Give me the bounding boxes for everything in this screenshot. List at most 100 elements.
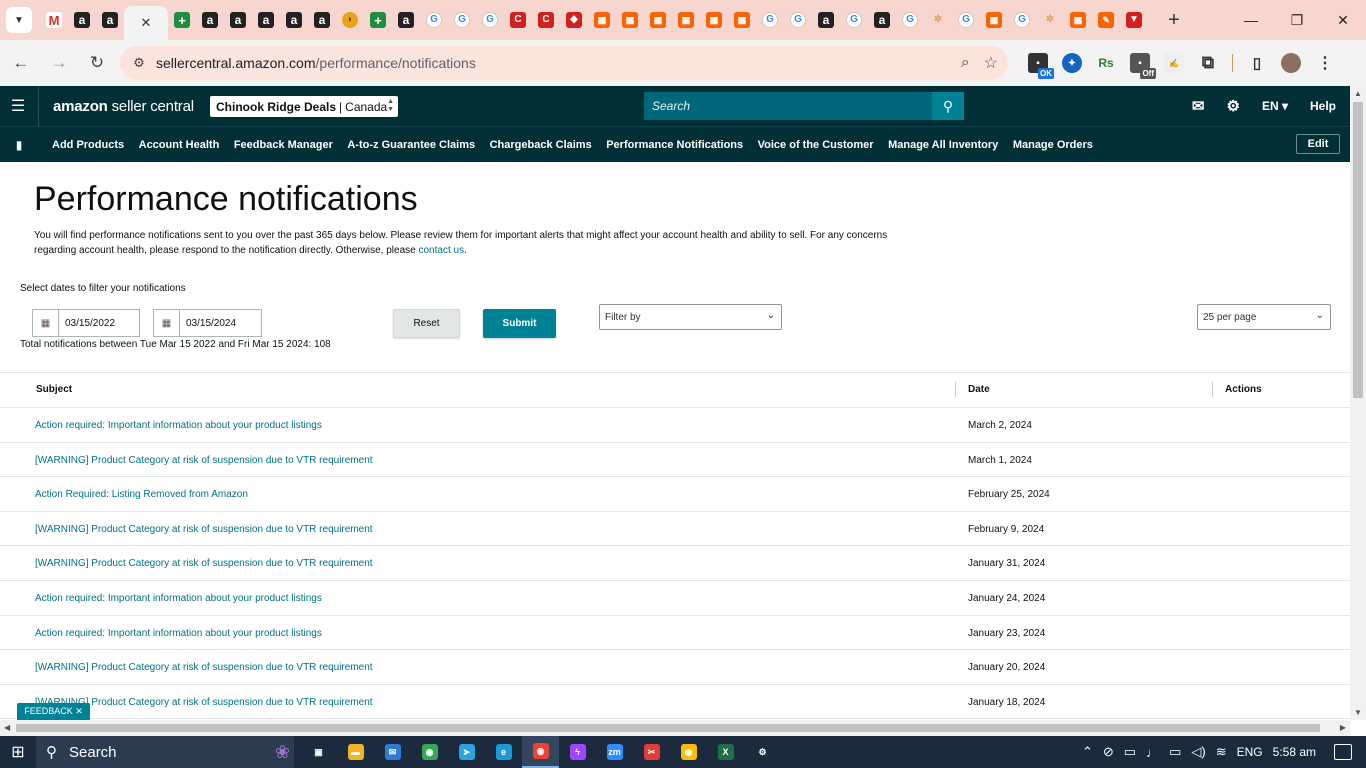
browser-tab[interactable]: G (448, 4, 476, 36)
reload-button[interactable]: ↻ (80, 46, 114, 80)
calendar-icon[interactable]: ▦ (154, 310, 180, 336)
extension-globe-icon[interactable]: ✦ (1062, 53, 1082, 73)
notification-subject-link[interactable]: Action required: Important information a… (35, 420, 322, 431)
browser-tab[interactable]: a (68, 4, 96, 36)
close-window-button[interactable]: ✕ (1320, 0, 1366, 40)
scrollbar-thumb[interactable] (16, 724, 1320, 732)
gear-icon[interactable]: ⚙ (1227, 97, 1240, 115)
column-header-date[interactable]: Date (968, 384, 990, 395)
browser-tab[interactable]: G (756, 4, 784, 36)
notification-subject-link[interactable]: Action required: Important information a… (35, 628, 322, 639)
horizontal-scrollbar[interactable]: ◀ ▶ (0, 720, 1350, 736)
wifi-icon[interactable]: ≋ (1216, 744, 1227, 760)
nav-link[interactable]: Voice of the Customer (758, 139, 874, 151)
nav-link[interactable]: Account Health (139, 139, 220, 151)
notification-subject-link[interactable]: [WARNING] Product Category at risk of su… (35, 558, 373, 569)
zoom-icon[interactable]: ⌕ (961, 54, 970, 72)
nav-link[interactable]: Manage Orders (1013, 139, 1093, 151)
store-switcher[interactable]: Chinook Ridge Deals | Canada ▲ ▼ (210, 96, 398, 117)
browser-tab[interactable]: C (504, 4, 532, 36)
browser-tab[interactable]: ▦ (616, 4, 644, 36)
feedback-button[interactable]: FEEDBACK ✕ (17, 703, 90, 720)
browser-tab[interactable]: C (532, 4, 560, 36)
contact-us-link[interactable]: contact us (419, 245, 465, 256)
browser-tab[interactable]: ◆ (560, 4, 588, 36)
nav-link[interactable]: Feedback Manager (234, 139, 333, 151)
extension-off-icon[interactable]: ▪ Off (1130, 53, 1156, 79)
nav-link[interactable]: A-to-z Guarantee Claims (347, 139, 475, 151)
tab-search-button[interactable]: ▼ (6, 7, 32, 33)
nav-link[interactable]: Performance Notifications (606, 139, 743, 151)
search-button[interactable]: ⚲ (932, 92, 964, 120)
search-input[interactable] (644, 92, 932, 120)
edit-nav-button[interactable]: Edit (1296, 134, 1340, 154)
browser-tab[interactable]: G (840, 4, 868, 36)
battery-icon[interactable]: ▭ (1169, 744, 1181, 760)
active-tab[interactable]: ✕ (124, 6, 168, 40)
browser-tab[interactable]: G (952, 4, 980, 36)
notification-subject-link[interactable]: [WARNING] Product Category at risk of su… (35, 455, 373, 466)
end-date-field[interactable]: ▦ 03/15/2024 (153, 309, 262, 337)
volume-icon[interactable]: ◁) (1191, 744, 1205, 760)
column-divider[interactable] (1212, 382, 1213, 397)
new-tab-button[interactable]: + (1160, 6, 1188, 34)
bookmark-icon[interactable]: ▮ (0, 138, 38, 152)
browser-tab[interactable]: a (224, 4, 252, 36)
extension-ok-icon[interactable]: ▪ OK (1028, 53, 1054, 79)
taskbar-app[interactable]: ϟ (559, 736, 596, 768)
minimize-button[interactable]: — (1228, 0, 1274, 40)
url-text[interactable]: sellercentral.amazon.com/performance/not… (156, 55, 476, 71)
browser-tab[interactable]: a (196, 4, 224, 36)
browser-tab[interactable]: a (812, 4, 840, 36)
scroll-right-icon[interactable]: ▶ (1340, 723, 1346, 732)
forward-button[interactable]: → (42, 46, 76, 80)
browser-tab[interactable]: ▦ (728, 4, 756, 36)
taskbar-app[interactable]: ◉ (522, 736, 559, 768)
meet-icon[interactable]: ▭ (1124, 744, 1136, 760)
browser-tab[interactable]: a (96, 4, 124, 36)
bookmark-star-icon[interactable]: ☆ (984, 53, 998, 73)
hamburger-menu-icon[interactable]: ☰ (0, 86, 36, 126)
language-selector[interactable]: EN ▾ (1262, 99, 1288, 113)
scroll-up-icon[interactable]: ▲ (1354, 89, 1362, 98)
browser-tab[interactable]: ▦ (980, 4, 1008, 36)
browser-tab[interactable]: ▼ (1120, 4, 1148, 36)
scroll-left-icon[interactable]: ◀ (4, 723, 10, 732)
nav-link[interactable]: Add Products (52, 139, 124, 151)
filter-by-select[interactable]: Filter by ⌄ (599, 304, 782, 330)
profile-avatar[interactable] (1281, 53, 1301, 73)
chevron-up-icon[interactable]: ⌃ (1082, 744, 1093, 760)
taskbar-app[interactable]: ▬ (337, 736, 374, 768)
browser-tab[interactable]: G (476, 4, 504, 36)
site-info-icon[interactable]: ⚙ (124, 55, 154, 71)
browser-tab[interactable]: G (1008, 4, 1036, 36)
reset-button[interactable]: Reset (393, 309, 460, 338)
mail-icon[interactable]: ✉ (1192, 97, 1205, 115)
taskbar-search[interactable]: ⚲ Search ❀ (36, 736, 294, 768)
tab-close-icon[interactable]: ✕ (141, 15, 152, 31)
browser-tab[interactable]: + (364, 4, 392, 36)
taskbar-app[interactable]: ✉ (374, 736, 411, 768)
address-bar[interactable]: ⚙ sellercentral.amazon.com/performance/n… (120, 46, 1008, 80)
browser-tab[interactable]: a (868, 4, 896, 36)
language-indicator[interactable]: ENG (1237, 745, 1263, 759)
notification-subject-link[interactable]: Action Required: Listing Removed from Am… (35, 489, 248, 500)
back-button[interactable]: ← (4, 46, 38, 80)
browser-tab[interactable]: a (280, 4, 308, 36)
notification-subject-link[interactable]: [WARNING] Product Category at risk of su… (35, 662, 373, 673)
taskbar-app[interactable]: ✂ (633, 736, 670, 768)
taskbar-app[interactable]: zm (596, 736, 633, 768)
column-header-subject[interactable]: Subject (36, 384, 72, 395)
browser-tab[interactable]: M (40, 4, 68, 36)
notification-subject-link[interactable]: Action required: Important information a… (35, 593, 322, 604)
browser-tab[interactable]: ✲ (924, 4, 952, 36)
microphone-icon[interactable]: ♩ (1146, 745, 1159, 760)
extension-signature-icon[interactable]: ✍ (1164, 53, 1184, 73)
taskbar-app[interactable]: e (485, 736, 522, 768)
taskbar-app[interactable]: ◉ (411, 736, 448, 768)
network-off-icon[interactable]: ⊘ (1103, 744, 1114, 760)
restore-button[interactable]: ❐ (1274, 0, 1320, 40)
taskbar-app[interactable]: ◉ (670, 736, 707, 768)
help-link[interactable]: Help (1310, 99, 1336, 113)
browser-tab[interactable]: a (252, 4, 280, 36)
